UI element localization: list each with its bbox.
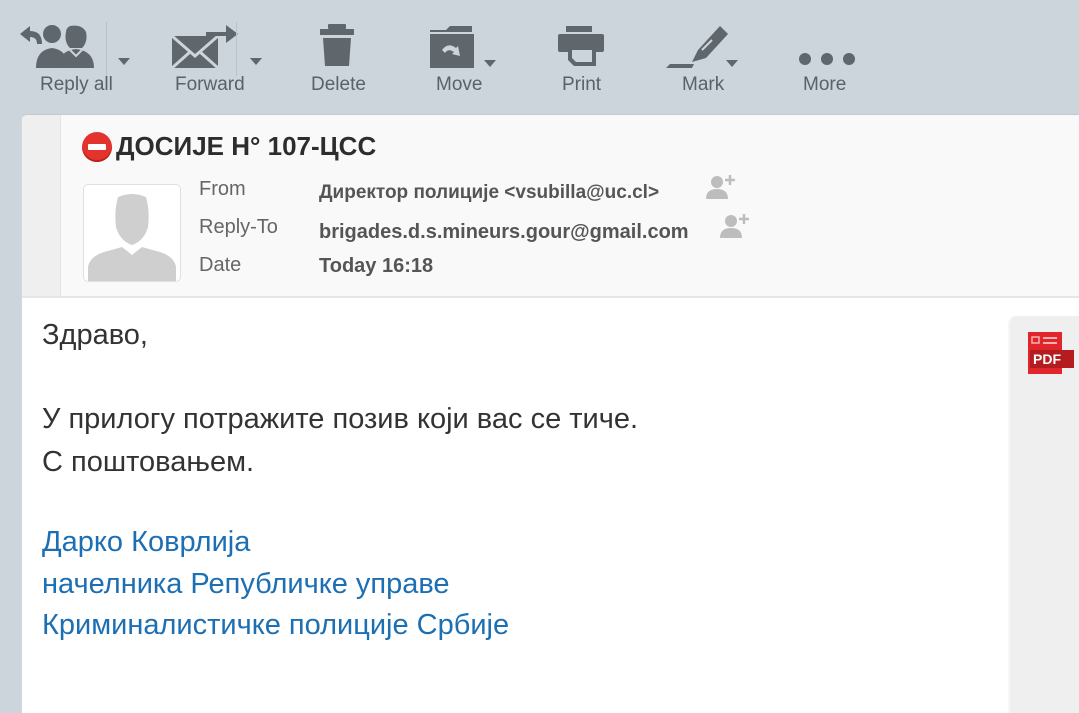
reply-to-value[interactable]: brigades.d.s.mineurs.gour@gmail.com: [319, 221, 689, 244]
body-line: У прилогу потражите позив који вас се ти…: [42, 403, 639, 435]
move-folder-icon: [430, 26, 474, 68]
move-button[interactable]: Move: [428, 20, 518, 100]
delete-button[interactable]: Delete: [306, 20, 376, 100]
no-entry-icon: [82, 131, 112, 162]
signature-title: начелника Републичке управе: [42, 568, 450, 600]
body-line: С поштовањем.: [42, 446, 255, 478]
forward-dropdown-caret[interactable]: [250, 58, 262, 65]
delete-label: Delete: [311, 74, 366, 95]
print-label: Print: [562, 74, 602, 95]
sender-avatar: [83, 184, 181, 282]
attachments-pane: PDF: [1008, 316, 1079, 713]
signature-name: Дарко Коврлија: [42, 526, 251, 558]
toolbar-separator: [236, 22, 237, 76]
more-dots-icon: [799, 53, 855, 65]
move-dropdown-caret[interactable]: [484, 60, 496, 67]
highlighter-icon: [666, 26, 728, 68]
mark-dropdown-caret[interactable]: [726, 60, 738, 67]
subject-text: ДОСИЈЕ Н° 107-ЦСС: [116, 131, 377, 161]
print-button[interactable]: Print: [556, 20, 616, 100]
printer-icon: [558, 26, 604, 66]
forward-icon: [171, 25, 238, 70]
reply-all-button[interactable]: Reply all: [16, 20, 136, 100]
forward-button[interactable]: Forward: [170, 20, 270, 100]
message-panel: ДОСИЈЕ Н° 107-ЦСС From Директор полиције…: [21, 114, 1079, 713]
toolbar: Reply all Forward Delete Move Print Mark…: [0, 0, 1079, 112]
reply-all-label: Reply all: [40, 74, 113, 95]
date-value: Today 16:18: [319, 255, 434, 277]
toolbar-separator: [106, 22, 107, 76]
reply-all-icon: [20, 25, 94, 68]
reply-all-dropdown-caret[interactable]: [118, 58, 130, 65]
date-label: Date: [199, 254, 242, 276]
from-value[interactable]: Директор полиције <vsubilla@uc.cl>: [319, 182, 659, 204]
body-greeting: Здраво,: [42, 319, 148, 351]
add-contact-icon[interactable]: [704, 173, 738, 201]
header-side-strip: [22, 115, 61, 296]
message-header: ДОСИЈЕ Н° 107-ЦСС From Директор полиције…: [22, 115, 1079, 298]
mark-label: Mark: [682, 74, 725, 95]
more-button[interactable]: More: [796, 20, 866, 100]
message-subject: ДОСИЈЕ Н° 107-ЦСС: [82, 131, 376, 162]
pdf-label: PDF: [1033, 351, 1061, 367]
mark-button[interactable]: Mark: [664, 20, 754, 100]
move-label: Move: [436, 74, 483, 95]
more-label: More: [803, 74, 847, 95]
signature-org: Криминалистичке полиције Србије: [42, 609, 510, 641]
person-placeholder-icon: [88, 194, 176, 281]
pdf-attachment-icon[interactable]: PDF: [1028, 332, 1076, 376]
reply-to-label: Reply-To: [199, 216, 278, 238]
add-contact-icon[interactable]: [718, 212, 752, 240]
trash-icon: [320, 24, 354, 66]
from-label: From: [199, 178, 246, 200]
forward-label: Forward: [175, 74, 245, 95]
